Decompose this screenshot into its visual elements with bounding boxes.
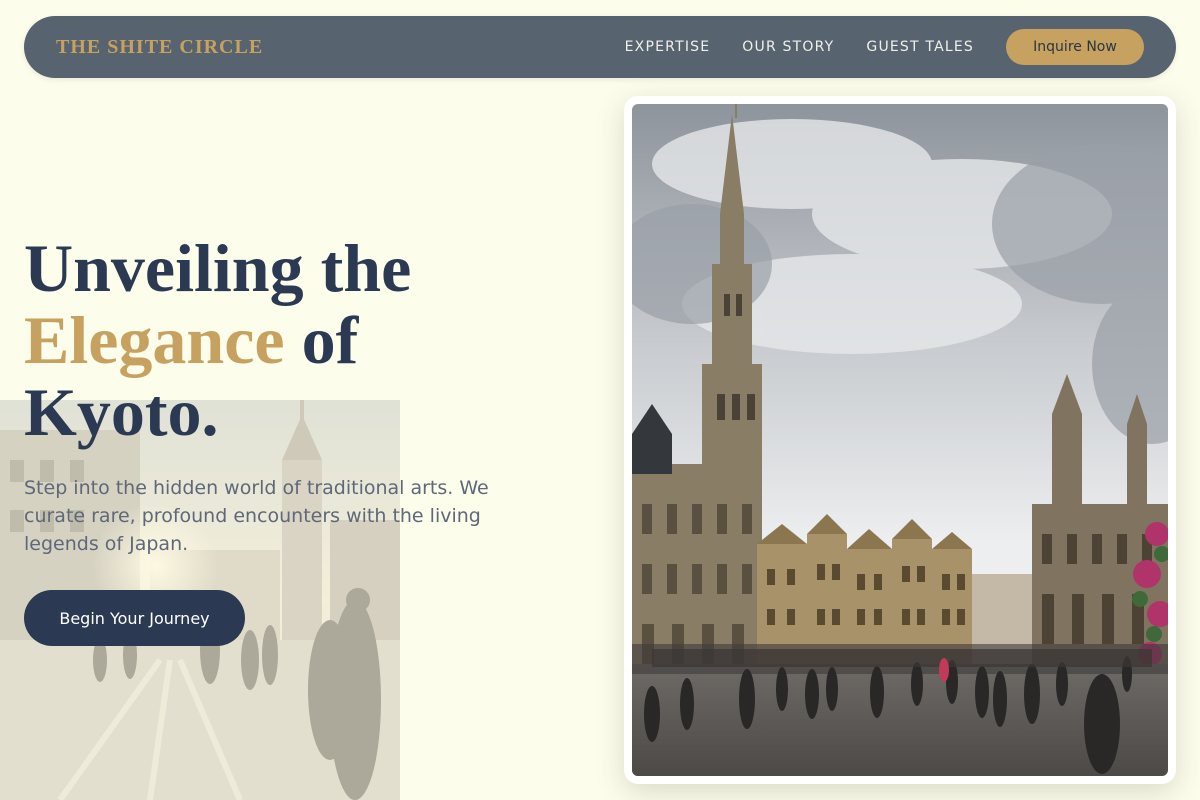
hero-title-line2-rest: of: [284, 302, 359, 378]
nav-link-our-story[interactable]: OUR STORY: [742, 39, 834, 55]
nav-link-guest-tales[interactable]: GUEST TALES: [866, 39, 974, 55]
top-navbar: THE SHITE CIRCLE EXPERTISE OUR STORY GUE…: [24, 16, 1176, 78]
hero-title-line1: Unveiling the: [24, 230, 412, 306]
inquire-now-button[interactable]: Inquire Now: [1006, 29, 1144, 65]
nav-links: EXPERTISE OUR STORY GUEST TALES: [625, 39, 974, 55]
hero-title-line3: Kyoto.: [24, 374, 219, 450]
brand-logo[interactable]: THE SHITE CIRCLE: [56, 36, 263, 59]
hero-photo-card: [624, 96, 1176, 784]
hero-subtitle: Step into the hidden world of traditiona…: [24, 477, 489, 555]
hero-title: Unveiling the Elegance of Kyoto.: [24, 232, 411, 448]
hero-photo: [632, 104, 1168, 776]
hero-title-accent: Elegance: [24, 302, 285, 378]
nav-link-expertise[interactable]: EXPERTISE: [625, 39, 711, 55]
begin-journey-button[interactable]: Begin Your Journey: [24, 590, 245, 646]
